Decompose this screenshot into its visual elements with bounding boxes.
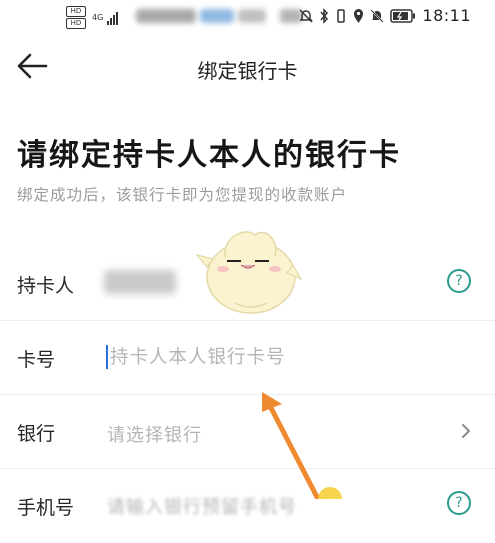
network-type: 4G	[92, 13, 104, 22]
cardholder-name-blurred	[104, 270, 176, 294]
nav-bar: 绑定银行卡	[0, 42, 495, 92]
status-left: HD HD 4G	[66, 6, 119, 29]
bank-select-row[interactable]: 银行 请选择银行	[0, 395, 495, 469]
blurred-region	[136, 9, 196, 23]
cardholder-label: 持卡人	[17, 275, 75, 297]
text-caret	[106, 345, 108, 369]
silent-icon	[299, 8, 314, 23]
vibrate-icon	[337, 8, 346, 23]
help-icon[interactable]: ?	[447, 269, 471, 293]
sim-indicators: HD HD	[66, 6, 86, 29]
location-icon	[354, 8, 364, 23]
main-heading: 请绑定持卡人本人的银行卡	[17, 138, 401, 173]
signal-icon	[107, 11, 119, 25]
card-number-input[interactable]	[106, 339, 450, 375]
bluetooth-icon	[320, 7, 329, 24]
page-title: 绑定银行卡	[197, 59, 298, 83]
phone-row: 手机号 请输入银行预留手机号 ?	[0, 469, 495, 543]
card-number-row: 卡号	[0, 321, 495, 395]
card-number-label: 卡号	[17, 349, 56, 371]
mute-bell-icon	[370, 8, 385, 23]
battery-icon	[390, 8, 416, 23]
blurred-region	[238, 9, 266, 23]
clock: 18:11	[422, 6, 471, 25]
sim2-hd-badge: HD	[66, 18, 86, 29]
status-right: 18:11	[299, 6, 471, 25]
help-icon[interactable]: ?	[447, 491, 471, 515]
mascot-sticker	[195, 231, 303, 314]
bank-placeholder: 请选择银行	[107, 425, 202, 446]
phone-placeholder[interactable]: 请输入银行预留手机号	[107, 493, 297, 519]
bank-label: 银行	[17, 423, 56, 445]
phone-label: 手机号	[17, 497, 75, 519]
sim1-hd-badge: HD	[66, 6, 86, 17]
blurred-region	[200, 9, 234, 23]
subheading: 绑定成功后，该银行卡即为您提现的收款账户	[17, 186, 348, 204]
chevron-right-icon	[462, 424, 470, 438]
status-bar: HD HD 4G 18:11	[0, 0, 495, 34]
